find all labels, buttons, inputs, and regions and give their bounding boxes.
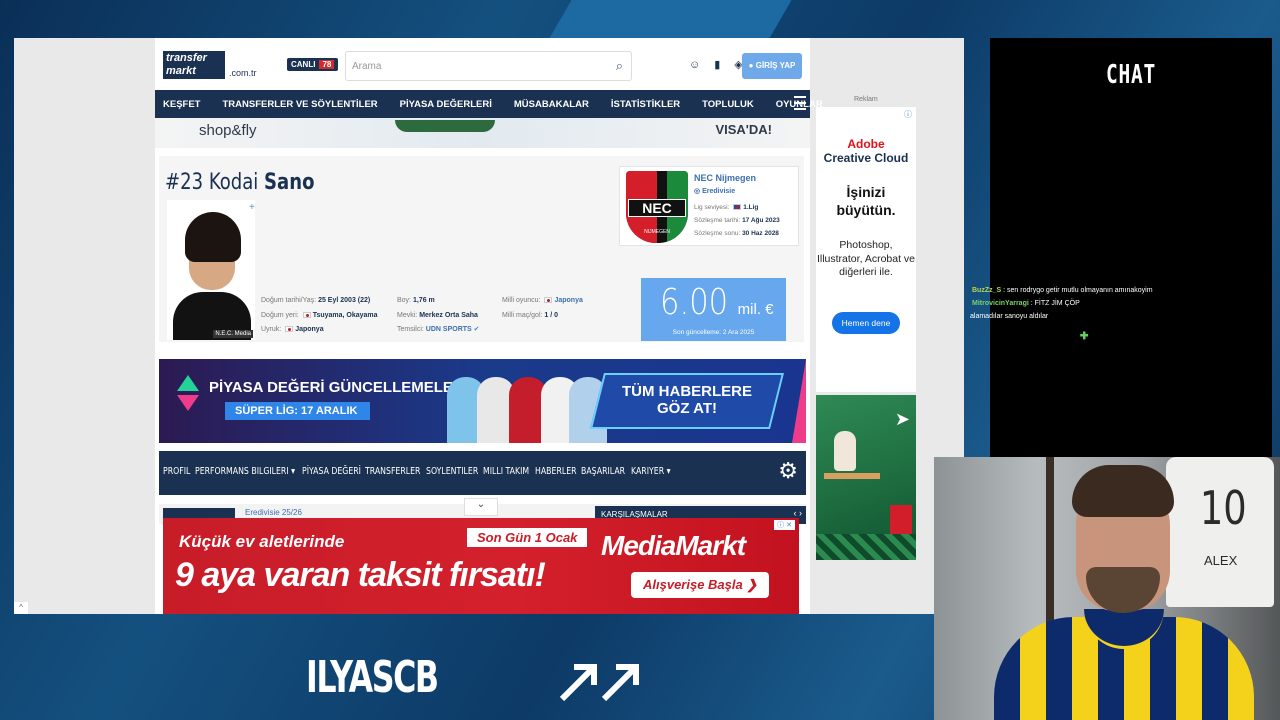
contract-info: Lig seviyesi: 1.Lig Sözleşme tarihi: 17 …: [694, 204, 780, 237]
nav-item-market-values[interactable]: PİYASA DEĞERLERİ: [400, 99, 492, 110]
chat-title: CHAT: [1106, 60, 1156, 90]
shop-now-button[interactable]: Alışverişe Başla ❯: [631, 572, 770, 598]
site-logo[interactable]: transfer markt .com.tr: [163, 51, 257, 79]
nav-item-competitions[interactable]: MÜSABAKALAR: [514, 99, 589, 110]
top-ad-banner[interactable]: shop&fly VISA'DA!: [155, 118, 810, 148]
japan-flag-icon: [285, 326, 294, 333]
scroll-up-icon[interactable]: ^: [14, 602, 28, 614]
player-profile-header: #23 Kodai Sano N.E.C. Media + Doğum tari…: [159, 156, 804, 342]
player-info-col-2: Boy: 1,76 m Mevki: Merkez Orta Saha Tems…: [397, 297, 480, 333]
arrow-up-icon: [177, 375, 199, 391]
login-button[interactable]: ● GİRİŞ YAP: [742, 53, 802, 79]
streamer-logo: ILYASCB: [306, 652, 439, 703]
league-link[interactable]: ◎ Eredivisie: [694, 187, 735, 195]
chat-message: alamadılar sanoyu aldılar: [970, 313, 1049, 320]
browser-capture: transfer markt .com.tr CANLI 78 Arama ⌕ ☺…: [14, 38, 964, 614]
user-icon: ●: [748, 61, 756, 70]
player-name: #23 Kodai Sano: [165, 170, 315, 195]
try-now-button[interactable]: Hemen dene: [832, 312, 900, 334]
live-button[interactable]: CANLI 78: [287, 58, 339, 71]
wall-jersey: 10 ALEX: [1166, 457, 1274, 607]
tab-performance[interactable]: PERFORMANS BİLGİLERİ ▾: [195, 466, 295, 477]
club-card: NEC NIJMEGEN NEC Nijmegen ◎ Eredivisie L…: [619, 166, 799, 246]
national-team-link[interactable]: Japonya: [554, 297, 582, 304]
menu-icon[interactable]: [794, 96, 806, 110]
ad-info-icon[interactable]: ⓘ: [904, 109, 912, 120]
ad-info-icon[interactable]: ⓘ ✕: [774, 520, 795, 530]
all-news-button[interactable]: TÜM HABERLERE GÖZ AT!: [607, 383, 767, 417]
chevron-down-icon[interactable]: ⌄: [464, 498, 498, 516]
transfermarkt-page: transfer markt .com.tr CANLI 78 Arama ⌕ ☺…: [155, 38, 823, 614]
player-info-col-1: Doğum tarihi/Yaş: 25 Eyl 2003 (22) Doğum…: [261, 297, 378, 333]
tab-market-value[interactable]: PİYASA DEĞERİ: [302, 466, 361, 477]
agent-link[interactable]: UDN SPORTS: [426, 326, 472, 333]
market-value-box[interactable]: 6.00 mil. € Son güncelleme: 2 Ara 2025: [641, 278, 786, 341]
furniture-side-ad[interactable]: ➤: [816, 395, 916, 560]
japan-flag-icon: [302, 311, 311, 318]
tab-profile[interactable]: PROFİL: [163, 466, 190, 477]
chat-messages: ✚ BuzZz_S : sen rodrygo getir mutlu olmay…: [970, 284, 1272, 342]
stream-chat: CHAT ✚ BuzZz_S : sen rodrygo getir mutlu …: [970, 38, 1272, 458]
bookmark-icon[interactable]: ▮: [714, 59, 734, 71]
photo-caption: N.E.C. Media: [213, 330, 253, 338]
brand-arrows-icon: [560, 664, 639, 702]
club-name-link[interactable]: NEC Nijmegen: [694, 173, 756, 183]
nav-item-transfers[interactable]: TRANSFERLER VE SÖYLENTİLER: [222, 99, 377, 110]
tab-achievements[interactable]: BAŞARILAR: [581, 466, 625, 477]
tab-transfers[interactable]: TRANSFERLER: [365, 466, 420, 477]
adobe-side-ad[interactable]: ⓘ Adobe Creative Cloud İşinizi büyütün. …: [816, 107, 916, 392]
japan-flag-icon: [544, 297, 553, 304]
user-search-icon[interactable]: ☺: [689, 59, 714, 71]
player-photo[interactable]: N.E.C. Media: [167, 200, 255, 340]
nav-item-explore[interactable]: KEŞFET: [163, 99, 200, 110]
chat-message: ✚ MitrovicinYarragi : FİTZ JİM ÇÖP: [972, 300, 1089, 342]
verified-icon: ✔: [473, 326, 480, 333]
tab-career[interactable]: KARİYER ▾: [631, 466, 671, 477]
chevron-left-right-icon[interactable]: ‹ ›: [794, 508, 803, 518]
nav-item-statistics[interactable]: İSTATİSTİKLER: [611, 99, 680, 110]
tab-news[interactable]: HABERLER: [535, 466, 577, 477]
mediamarkt-ad[interactable]: Küçük ev aletlerinde 9 aya varan taksit …: [163, 518, 799, 614]
players-image: [447, 365, 607, 443]
tab-rumours[interactable]: SÖYLENTİLER: [426, 466, 478, 477]
site-header: transfer markt .com.tr CANLI 78 Arama ⌕ ☺…: [155, 38, 810, 90]
webcam-feed: 10 ALEX: [934, 457, 1280, 720]
add-photo-icon[interactable]: +: [249, 202, 255, 213]
main-nav: KEŞFET TRANSFERLER VE SÖYLENTİLER PİYASA…: [155, 90, 823, 118]
netherlands-flag-icon: [733, 204, 742, 211]
tab-national-team[interactable]: MİLLİ TAKIM: [483, 466, 529, 477]
gear-icon[interactable]: ⚙: [778, 460, 798, 482]
live-count-badge: 78: [319, 60, 335, 69]
nec-crest-icon[interactable]: NEC NIJMEGEN: [626, 171, 688, 243]
arrow-down-icon: [177, 395, 199, 411]
player-info-col-3: Milli oyuncu: Japonya Milli maç/gol: 1 /…: [502, 297, 583, 319]
background-band: [548, 0, 792, 40]
nav-item-community[interactable]: TOPLULUK: [702, 99, 754, 110]
chat-message: ✚ BuzZz_S : sen rodrygo getir mutlu olmay…: [972, 287, 1153, 342]
search-icon[interactable]: ⌕: [616, 58, 623, 74]
player-subnav: PROFİL PERFORMANS BİLGİLERİ ▾ PİYASA DEĞ…: [159, 451, 806, 495]
season-link[interactable]: Eredivisie 25/26: [245, 508, 302, 517]
search-input[interactable]: Arama ⌕: [345, 51, 632, 81]
market-value-updates-banner[interactable]: PİYASA DEĞERİ GÜNCELLEMELERİ SÜPER LİG: …: [159, 359, 806, 443]
brand-logo-icon: ➤: [894, 409, 910, 429]
